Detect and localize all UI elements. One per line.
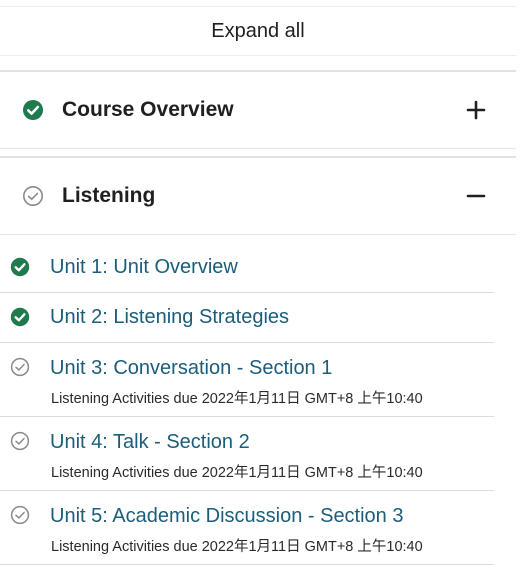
unit-link[interactable]: Unit 5: Academic Discussion - Section 3 (50, 505, 404, 528)
section-listening[interactable]: Listening (0, 156, 516, 235)
due-date-text: Listening Activities due 2022年1月11日 GMT+… (51, 465, 423, 481)
due-date-text: Listening Activities due 2022年1月11日 GMT+… (51, 539, 423, 555)
expand-all-label: Expand all (211, 19, 305, 42)
list-item-unit-5[interactable]: Unit 5: Academic Discussion - Section 3 … (0, 491, 494, 565)
check-circle-filled-icon (10, 257, 30, 277)
check-circle-outline-icon (23, 186, 43, 206)
unit-link[interactable]: Unit 3: Conversation - Section 1 (50, 357, 332, 380)
check-circle-outline-icon (10, 357, 30, 377)
unit-link[interactable]: Unit 1: Unit Overview (50, 256, 238, 279)
check-circle-filled-icon (23, 100, 43, 120)
list-item-unit-1[interactable]: Unit 1: Unit Overview (0, 244, 494, 293)
expand-all-button[interactable]: Expand all (0, 6, 516, 56)
section-title: Listening (62, 184, 156, 207)
section-course-overview[interactable]: Course Overview (0, 70, 516, 149)
check-circle-outline-icon (10, 505, 30, 525)
plus-icon[interactable] (466, 100, 486, 120)
list-item-unit-2[interactable]: Unit 2: Listening Strategies (0, 293, 494, 343)
list-item-unit-4[interactable]: Unit 4: Talk - Section 2 Listening Activ… (0, 417, 494, 491)
due-date-text: Listening Activities due 2022年1月11日 GMT+… (51, 391, 423, 407)
minus-icon[interactable] (466, 186, 486, 206)
check-circle-outline-icon (10, 431, 30, 451)
unit-link[interactable]: Unit 2: Listening Strategies (50, 306, 289, 329)
section-title: Course Overview (62, 98, 234, 121)
unit-link[interactable]: Unit 4: Talk - Section 2 (50, 431, 250, 454)
check-circle-filled-icon (10, 307, 30, 327)
list-item-unit-3[interactable]: Unit 3: Conversation - Section 1 Listeni… (0, 343, 494, 417)
